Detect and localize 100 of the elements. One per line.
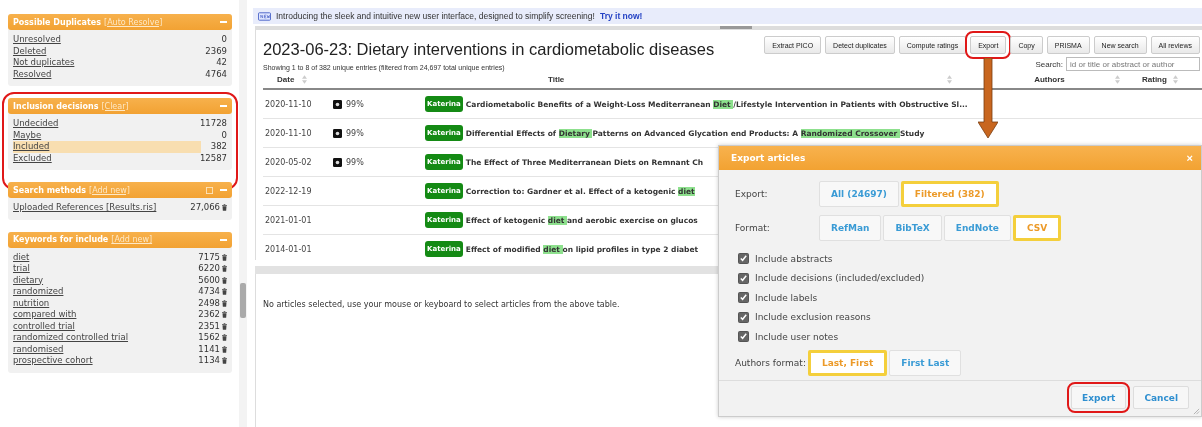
trash-icon[interactable] xyxy=(222,345,227,353)
filter-label[interactable]: Included xyxy=(13,141,209,153)
scrollbar-thumb[interactable] xyxy=(240,283,246,318)
date-cell-text: 2014-01-01 xyxy=(264,244,313,254)
filter-item[interactable]: randomized controlled trial 1562 xyxy=(13,332,227,344)
filter-label[interactable]: randomized controlled trial xyxy=(13,332,197,344)
filter-item[interactable]: diet 7175 xyxy=(13,251,227,263)
panel-title: Search methods xyxy=(13,185,87,195)
trash-icon[interactable] xyxy=(222,357,227,365)
filter-label[interactable]: nutrition xyxy=(13,297,197,309)
filter-item[interactable]: randomized 4734 xyxy=(13,286,227,298)
filter-label[interactable]: Uploaded References [Results.ris] xyxy=(13,202,189,214)
filter-count: 6220 xyxy=(198,263,220,275)
filter-item[interactable]: randomised 1141 xyxy=(13,343,227,355)
filter-item[interactable]: Unresolved 0 xyxy=(13,34,227,46)
filter-label[interactable]: randomized xyxy=(13,286,197,298)
column-header[interactable]: Rating xyxy=(1142,75,1167,84)
filter-item[interactable]: Deleted 2369 xyxy=(13,45,227,57)
filter-label[interactable]: Undecided xyxy=(13,118,198,130)
panel-title: Possible Duplicates xyxy=(13,17,101,27)
filter-item[interactable]: compared with 2362 xyxy=(13,309,227,321)
column-header[interactable]: Authors xyxy=(1034,75,1065,84)
filter-item[interactable]: nutrition 2498 xyxy=(13,297,227,309)
scrollbar-thumb[interactable] xyxy=(720,26,752,29)
try-it-link[interactable]: Try it now! xyxy=(599,11,643,21)
banner-text: Introducing the sleek and intuitive new user interface, designed to simplify screening! xyxy=(276,11,595,21)
filter-item[interactable]: Resolved 4764 xyxy=(13,68,227,80)
filter-item[interactable]: Uploaded References [Results.ris] 27,066 xyxy=(13,202,227,214)
filter-item[interactable]: Included 382 xyxy=(13,141,227,153)
filter-count: 1562 xyxy=(198,332,220,344)
filter-count: 11728 xyxy=(199,118,227,130)
filter-item[interactable]: trial 6220 xyxy=(13,263,227,275)
filter-label[interactable]: Deleted xyxy=(13,45,204,57)
checkbox[interactable] xyxy=(738,272,749,284)
option-label: Export: xyxy=(735,188,769,199)
filter-count: 4764 xyxy=(205,68,227,80)
checkbox-label: Include user notes xyxy=(755,331,839,342)
filter-item[interactable]: Not duplicates 42 xyxy=(13,57,227,69)
filter-label[interactable]: Maybe xyxy=(13,129,220,141)
score-value: 99% xyxy=(346,128,364,138)
filter-item[interactable]: dietary 5600 xyxy=(13,274,227,286)
filter-label[interactable]: diet xyxy=(13,251,197,263)
filter-label[interactable]: Unresolved xyxy=(13,34,220,46)
filter-count: 0 xyxy=(221,34,227,46)
filter-item[interactable]: Maybe 0 xyxy=(13,129,227,141)
filter-label[interactable]: randomised xyxy=(13,343,197,355)
filter-item[interactable]: Undecided 11728 xyxy=(13,118,227,130)
filter-label[interactable]: compared with xyxy=(13,309,197,321)
score-value: 99% xyxy=(346,99,364,109)
option-label: Format: xyxy=(735,222,771,233)
score-icon xyxy=(333,99,342,109)
filter-label[interactable]: Excluded xyxy=(13,152,198,164)
filter-count: 4734 xyxy=(198,286,220,298)
detail-message: No articles selected, use your mouse or keyboard to select articles from the above table. xyxy=(263,300,620,309)
date-cell-text: 2020-05-02 xyxy=(264,157,313,167)
panel-title: Keywords for include xyxy=(13,235,109,244)
search-field[interactable]: id or title or abstract or author xyxy=(1066,57,1200,71)
filter-count: 2498 xyxy=(198,297,220,309)
panel-title: Inclusion decisions xyxy=(13,101,99,111)
trash-icon[interactable] xyxy=(222,253,227,261)
filter-label[interactable]: Not duplicates xyxy=(13,57,215,69)
filter-label[interactable]: Resolved xyxy=(13,68,204,80)
score-icon xyxy=(333,157,342,167)
trash-icon[interactable] xyxy=(222,204,227,212)
filter-item[interactable]: prospective cohort 1134 xyxy=(13,355,227,367)
filter-item[interactable]: controlled trial 2351 xyxy=(13,320,227,332)
trash-icon[interactable] xyxy=(222,334,227,342)
filter-count: 12587 xyxy=(199,152,227,164)
filter-label[interactable]: controlled trial xyxy=(13,320,197,332)
filter-count: 42 xyxy=(216,57,227,69)
checkbox-label: Include labels xyxy=(755,292,818,303)
review-title: 2023-06-23: Dietary interventions in cardiometabolic diseases xyxy=(263,40,715,59)
filter-count: 1141 xyxy=(198,343,220,355)
trash-icon[interactable] xyxy=(222,299,227,307)
date-cell-text: 2022-12-19 xyxy=(264,186,313,196)
checkbox[interactable] xyxy=(738,311,749,323)
resize-grip-icon[interactable] xyxy=(1193,408,1200,415)
trash-icon[interactable] xyxy=(222,288,227,296)
date-cell-text: 2020-11-10 xyxy=(264,128,313,138)
filter-label[interactable]: prospective cohort xyxy=(13,355,197,367)
new-badge-icon xyxy=(258,11,271,21)
filter-label[interactable]: trial xyxy=(13,263,197,275)
trash-icon[interactable] xyxy=(222,322,227,330)
checkbox[interactable] xyxy=(738,331,749,343)
column-header[interactable]: Date xyxy=(277,75,295,84)
checkbox[interactable] xyxy=(738,292,749,304)
trash-icon[interactable] xyxy=(222,276,227,284)
filter-item[interactable]: Excluded 12587 xyxy=(13,152,227,164)
trash-icon[interactable] xyxy=(222,265,227,273)
filter-count: 2351 xyxy=(198,320,220,332)
filter-count: 1134 xyxy=(198,355,220,367)
score-value: 99% xyxy=(346,157,364,167)
filter-label[interactable]: dietary xyxy=(13,274,197,286)
checkbox[interactable] xyxy=(738,253,749,265)
filter-count: 7175 xyxy=(198,251,220,263)
dialog-title: Export articles xyxy=(731,152,806,163)
checkbox-label: Include abstracts xyxy=(755,253,833,264)
filter-count: 27,066 xyxy=(190,202,220,214)
trash-icon[interactable] xyxy=(222,311,227,319)
column-header[interactable]: Title xyxy=(548,75,565,84)
